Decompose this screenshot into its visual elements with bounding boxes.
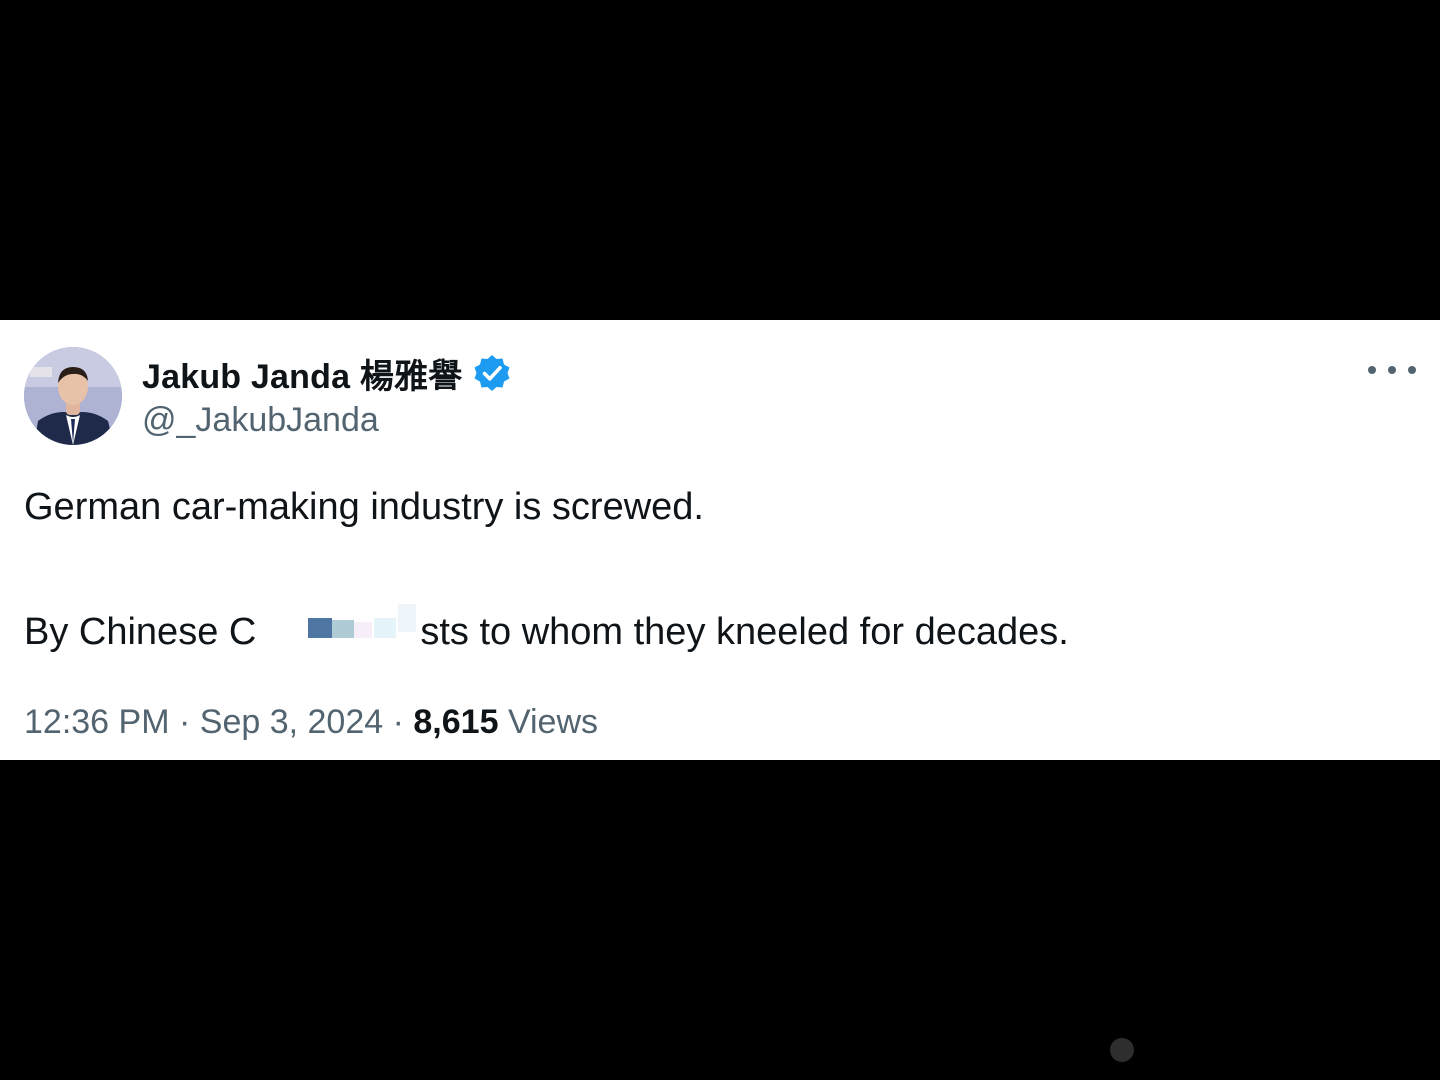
screenshot-stage: Jakub Janda 楊雅譽 @_JakubJanda German car-… — [0, 0, 1440, 1080]
user-handle[interactable]: @_JakubJanda — [142, 401, 379, 440]
views-label: Views — [507, 703, 599, 741]
censored-word-block — [262, 604, 422, 644]
more-dot — [1388, 366, 1396, 374]
display-name-row: Jakub Janda 楊雅譽 — [142, 350, 512, 396]
tweet-text-line-2: By Chinese C sts to whom they kneeled fo… — [24, 604, 1069, 654]
tweet-text-line-1: German car-making industry is screwed. — [24, 486, 704, 528]
watermark — [1110, 1030, 1420, 1070]
tweet-card[interactable]: Jakub Janda 楊雅譽 @_JakubJanda German car-… — [0, 320, 1440, 760]
views-count: 8,615 — [413, 703, 499, 741]
tweet-text-line-2-start: By Chinese C — [24, 611, 257, 653]
avatar[interactable] — [24, 347, 122, 445]
avatar-portrait-icon — [24, 347, 122, 445]
tweet-text-line-2-end: sts to whom they kneeled for decades. — [420, 611, 1069, 653]
meta-separator: · — [178, 703, 191, 741]
more-options-icon[interactable] — [1368, 356, 1416, 384]
more-dot — [1408, 366, 1416, 374]
tweet-time[interactable]: 12:36 PM — [24, 703, 170, 741]
tweet-meta-row: 12:36 PM · Sep 3, 2024 · 8,615 Views — [24, 703, 598, 742]
meta-separator: · — [392, 703, 404, 741]
display-name[interactable]: Jakub Janda 楊雅譽 — [142, 349, 462, 398]
watermark-logo-icon — [1110, 1038, 1134, 1062]
verified-badge-icon — [474, 355, 510, 391]
tweet-date[interactable]: Sep 3, 2024 — [200, 703, 383, 741]
more-dot — [1368, 366, 1376, 374]
